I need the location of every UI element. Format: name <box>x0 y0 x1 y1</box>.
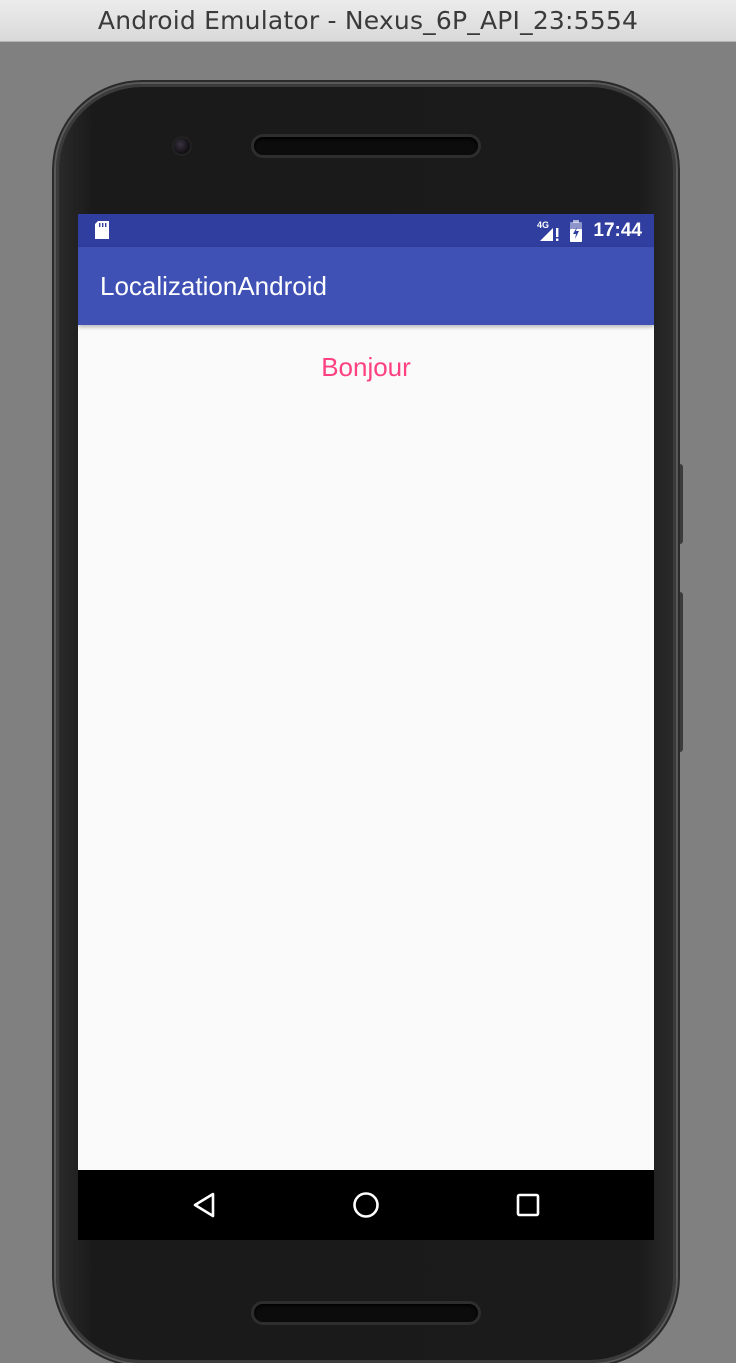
app-bar: LocalizationAndroid <box>78 247 654 325</box>
navigation-bar <box>78 1170 654 1240</box>
home-button[interactable] <box>348 1187 384 1223</box>
top-speaker <box>254 137 478 155</box>
app-title: LocalizationAndroid <box>100 271 327 301</box>
signal-no-data-icon: 4G <box>537 220 559 241</box>
greeting-text: Bonjour <box>321 352 411 382</box>
network-type-label: 4G <box>537 220 549 230</box>
front-camera <box>174 138 190 154</box>
volume-button[interactable] <box>677 464 683 544</box>
battery-charging-icon <box>570 219 583 242</box>
back-triangle-icon <box>193 1192 215 1218</box>
recents-square-icon <box>516 1193 540 1217</box>
bottom-speaker <box>254 1304 478 1322</box>
device-screen: 4G 17:44 LocalizationAndroid Bonjour <box>78 214 654 1240</box>
back-button[interactable] <box>186 1187 222 1223</box>
main-content: Bonjour <box>78 325 654 1170</box>
recents-button[interactable] <box>510 1187 546 1223</box>
emulator-area: 4G 17:44 LocalizationAndroid Bonjour <box>0 42 736 1363</box>
sd-card-icon <box>95 221 109 239</box>
window-title: Android Emulator - Nexus_6P_API_23:5554 <box>97 6 639 35</box>
home-circle-icon <box>353 1192 379 1218</box>
power-button[interactable] <box>677 592 683 752</box>
status-bar: 4G 17:44 <box>78 214 654 247</box>
phone-frame: 4G 17:44 LocalizationAndroid Bonjour <box>56 84 676 1363</box>
status-clock: 17:44 <box>593 219 642 241</box>
emulator-title-bar: Android Emulator - Nexus_6P_API_23:5554 <box>0 0 736 42</box>
